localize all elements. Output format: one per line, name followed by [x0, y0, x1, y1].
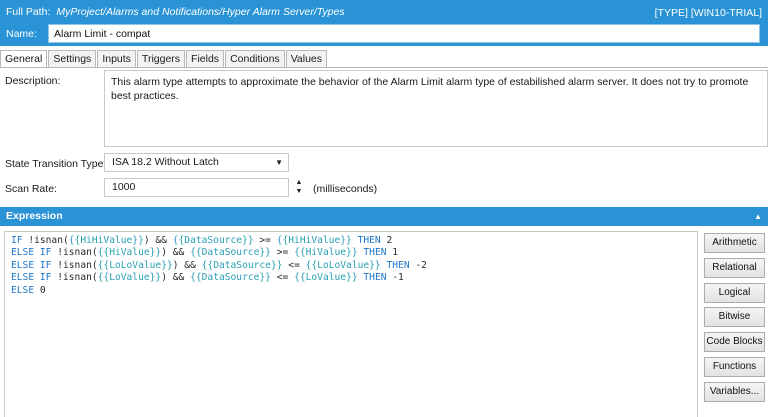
header-bar: Full Path: MyProject/Alarms and Notifica…	[0, 0, 768, 46]
scan-rate-units: (milliseconds)	[313, 183, 378, 195]
code-blocks-button[interactable]: Code Blocks	[704, 332, 765, 352]
relational-button[interactable]: Relational	[704, 258, 765, 278]
bitwise-button[interactable]: Bitwise	[704, 307, 765, 327]
tab-inputs[interactable]: Inputs	[97, 50, 136, 68]
code-token: {{LoValue}}	[294, 272, 358, 284]
expression-title: Expression	[6, 210, 63, 222]
code-token: ELSE IF	[11, 259, 58, 271]
state-transition-dropdown[interactable]: ISA 18.2 Without Latch ▼	[104, 153, 289, 172]
tab-divider	[0, 67, 768, 68]
code-token: !isnan(	[57, 272, 98, 284]
code-token: <=	[282, 259, 306, 271]
code-token: <=	[270, 272, 295, 284]
tab-strip: General Settings Inputs Triggers Fields …	[0, 50, 328, 68]
code-token: {{HiHiValue}}	[276, 235, 352, 246]
code-token: ) &&	[172, 259, 202, 271]
code-token: {{DataSource}}	[201, 259, 283, 271]
code-token: >=	[270, 247, 295, 259]
code-token: {{LoLoValue}}	[305, 259, 381, 271]
description-textarea[interactable]: This alarm type attempts to approximate …	[104, 70, 768, 147]
code-line: ELSE IF !isnan({{HiValue}}) && {{DataSou…	[11, 247, 691, 259]
full-path-value[interactable]: MyProject/Alarms and Notifications/Hyper…	[56, 6, 344, 18]
code-token: !isnan(	[28, 235, 69, 246]
code-token: 2	[386, 235, 393, 246]
state-transition-label: State Transition Type:	[5, 158, 107, 170]
code-token: 0	[39, 284, 46, 296]
code-token: -2	[415, 259, 427, 271]
scan-rate-label: Scan Rate:	[5, 183, 57, 195]
code-token: THEN	[380, 259, 416, 271]
code-line: IF !isnan({{HiHiValue}}) && {{DataSource…	[11, 235, 691, 247]
code-token: !isnan(	[57, 259, 98, 271]
full-path-row: Full Path: MyProject/Alarms and Notifica…	[0, 0, 768, 24]
expression-editor[interactable]: IF !isnan({{HiHiValue}}) && {{DataSource…	[4, 231, 698, 417]
tab-values[interactable]: Values	[285, 50, 328, 68]
code-token: 1	[392, 247, 399, 259]
code-token: IF	[11, 235, 29, 246]
code-line: ELSE IF !isnan({{LoValue}}) && {{DataSou…	[11, 272, 691, 284]
code-token: {{DataSource}}	[190, 247, 271, 259]
code-token: -1	[392, 272, 404, 284]
code-token: ) &&	[143, 235, 173, 246]
code-token: {{HiValue}}	[294, 247, 358, 259]
code-token: ELSE IF	[11, 272, 58, 284]
state-transition-value: ISA 18.2 Without Latch	[112, 156, 219, 168]
tab-settings[interactable]: Settings	[48, 50, 97, 68]
code-token: ELSE IF	[11, 247, 58, 259]
stepper-up-icon[interactable]: ▲	[295, 178, 303, 187]
code-line: ELSE 0	[11, 285, 691, 297]
functions-button[interactable]: Functions	[704, 357, 765, 377]
code-token: {{LoLoValue}}	[97, 259, 173, 271]
name-input[interactable]	[48, 24, 760, 43]
stepper-down-icon[interactable]: ▼	[295, 187, 303, 196]
code-token: {{HiValue}}	[97, 247, 162, 259]
code-token: THEN	[357, 247, 393, 259]
name-label: Name:	[6, 28, 37, 40]
collapse-icon[interactable]: ▲	[754, 207, 762, 226]
logical-button[interactable]: Logical	[704, 283, 765, 303]
scan-rate-stepper[interactable]: ▲ ▼	[295, 178, 303, 197]
code-token: {{HiHiValue}}	[68, 235, 144, 246]
tab-triggers[interactable]: Triggers	[136, 50, 186, 68]
code-token: THEN	[357, 272, 393, 284]
variables-button[interactable]: Variables...	[704, 382, 765, 402]
chevron-down-icon: ▼	[275, 158, 283, 167]
name-row: Name:	[0, 22, 768, 46]
tab-general[interactable]: General	[0, 50, 48, 68]
full-path-label: Full Path:	[6, 6, 51, 18]
license-badge: [TYPE] [WIN10-TRIAL]	[654, 7, 762, 19]
code-token: {{LoValue}}	[97, 272, 162, 284]
tab-fields[interactable]: Fields	[186, 50, 225, 68]
expression-header[interactable]: Expression ▲	[0, 207, 768, 226]
scan-rate-input[interactable]: 1000	[104, 178, 289, 197]
code-token: ELSE	[11, 284, 40, 296]
code-token: {{DataSource}}	[172, 235, 254, 246]
code-token: ) &&	[161, 272, 191, 284]
arithmetic-button[interactable]: Arithmetic	[704, 233, 765, 253]
description-label: Description:	[5, 75, 61, 87]
code-token: >=	[253, 235, 277, 246]
code-line: ELSE IF !isnan({{LoLoValue}}) && {{DataS…	[11, 260, 691, 272]
code-token: ) &&	[161, 247, 191, 259]
code-token: THEN	[351, 235, 387, 246]
code-token: {{DataSource}}	[190, 272, 271, 284]
code-token: !isnan(	[57, 247, 98, 259]
tab-conditions[interactable]: Conditions	[225, 50, 285, 68]
